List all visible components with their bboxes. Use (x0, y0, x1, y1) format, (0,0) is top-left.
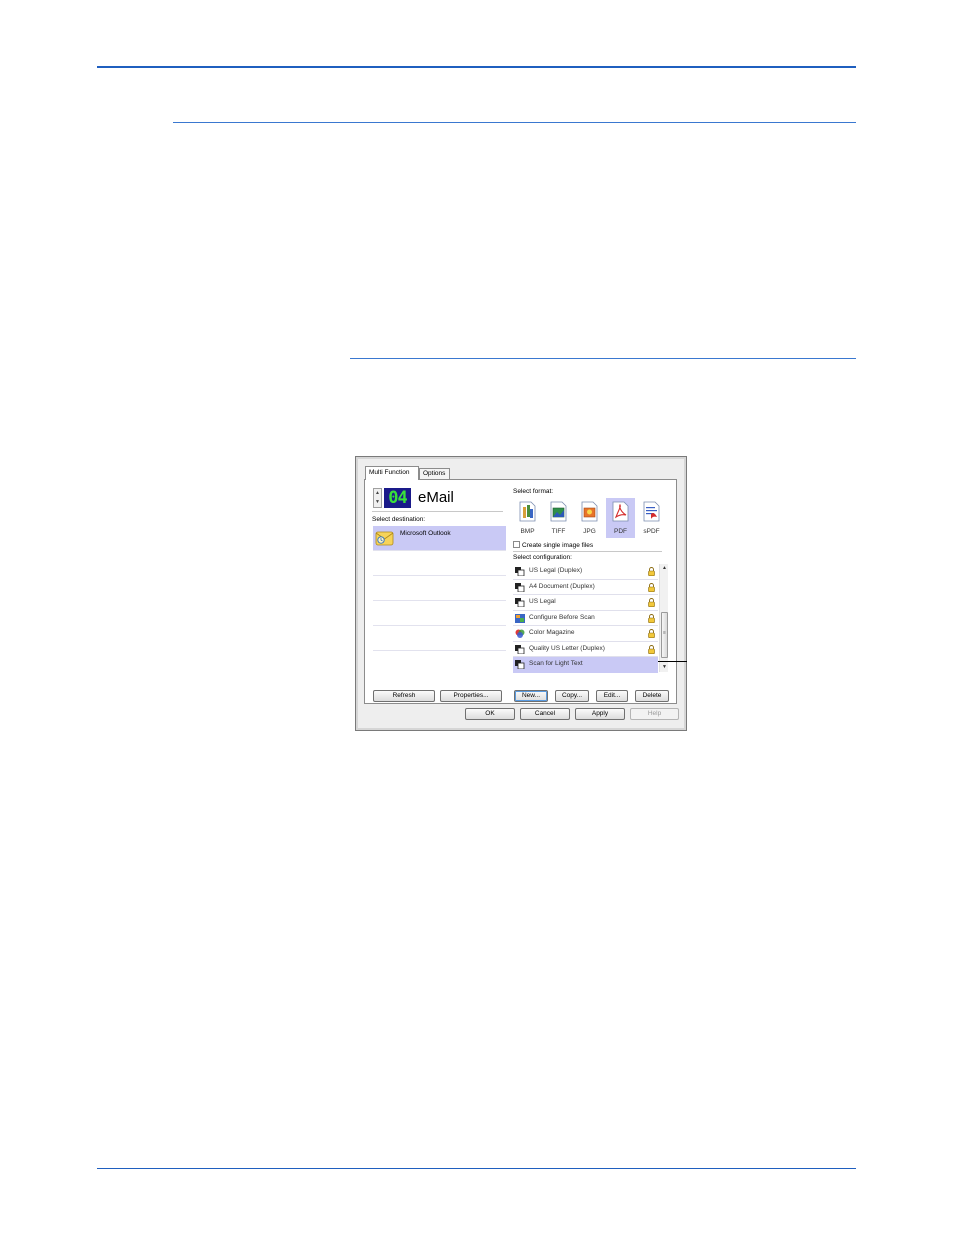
configuration-item[interactable]: US Legal (513, 595, 658, 611)
destination-item[interactable] (373, 576, 506, 601)
color-icon (515, 629, 525, 638)
configuration-label: US Legal (Duplex) (529, 567, 583, 574)
cancel-button[interactable]: Cancel (520, 708, 570, 720)
footer-rule (97, 1168, 856, 1169)
format-label: BMP (520, 528, 535, 535)
new-button[interactable]: New... (514, 690, 548, 702)
destination-label: Microsoft Outlook (400, 530, 451, 537)
lock-icon (648, 567, 655, 576)
spin-down-icon[interactable]: ▼ (374, 498, 381, 507)
lock-icon (648, 598, 655, 607)
destination-item[interactable] (373, 626, 506, 651)
ok-button[interactable]: OK (465, 708, 515, 720)
configuration-item[interactable]: Color Magazine (513, 626, 658, 642)
apply-button[interactable]: Apply (575, 708, 625, 720)
pdf-icon (612, 501, 629, 522)
format-tiff[interactable]: TIFF (544, 498, 573, 538)
format-spdf[interactable]: sPDF (637, 498, 666, 538)
help-button[interactable]: Help (630, 708, 679, 720)
document-icon (515, 598, 525, 607)
destination-title: eMail (418, 489, 454, 506)
delete-button[interactable]: Delete (635, 690, 669, 702)
one-touch-properties-dialog: Multi Function Options ▲ ▼ 04 eMail Sele… (355, 456, 687, 731)
jpg-icon (581, 501, 598, 522)
lock-icon (648, 629, 655, 638)
properties-button[interactable]: Properties... (440, 690, 502, 702)
configuration-label: Color Magazine (529, 629, 575, 636)
configuration-label: US Legal (529, 598, 556, 605)
destination-item[interactable] (373, 551, 506, 576)
scroll-thumb[interactable]: ≡ (661, 612, 668, 658)
select-format-label: Select format: (513, 488, 554, 495)
configuration-label: Scan for Light Text (529, 660, 583, 667)
refresh-button[interactable]: Refresh (373, 690, 435, 702)
select-destination-label: Select destination: (372, 516, 426, 523)
scroll-up-icon[interactable]: ▲ (660, 564, 669, 573)
destination-item[interactable]: Microsoft Outlook (373, 526, 506, 551)
copy-button[interactable]: Copy... (555, 690, 589, 702)
multi-function-panel: ▲ ▼ 04 eMail Select destination: Microso… (364, 479, 677, 704)
format-label: sPDF (643, 528, 660, 535)
configuration-item[interactable]: Scan for Light Text (513, 657, 658, 673)
outlook-icon (375, 531, 394, 546)
configuration-label: A4 Document (Duplex) (529, 582, 595, 590)
grip-icon: ≡ (663, 630, 666, 636)
select-configuration-label: Select configuration: (513, 554, 572, 561)
edit-button[interactable]: Edit... (596, 690, 628, 702)
lock-icon (648, 644, 655, 654)
configuration-label: Configure Before Scan (529, 613, 595, 621)
spin-up-icon[interactable]: ▲ (374, 489, 381, 498)
checkbox[interactable] (513, 541, 520, 548)
document-icon (515, 582, 525, 592)
format-label: JPG (583, 528, 596, 535)
button-number-display: 04 (384, 488, 411, 508)
configure-icon (515, 613, 525, 623)
configuration-item[interactable]: Quality US Letter (Duplex) (513, 641, 658, 657)
checkbox-label: Create single image files (522, 542, 594, 549)
destination-list: Microsoft Outlook (373, 526, 506, 680)
configuration-label: Quality US Letter (Duplex) (529, 644, 605, 652)
scroll-down-icon[interactable]: ▼ (660, 663, 669, 672)
configuration-item[interactable]: A4 Document (Duplex) (513, 579, 658, 595)
lock-icon (648, 613, 655, 623)
spdf-icon (643, 501, 660, 522)
configuration-scrollbar[interactable]: ▲ ≡ ▼ (659, 564, 668, 672)
destination-item[interactable] (373, 651, 506, 676)
format-bmp[interactable]: BMP (513, 498, 542, 538)
configuration-list: US Legal (Duplex) A4 Document (Duplex) U… (513, 564, 658, 673)
bmp-icon (519, 501, 536, 522)
lock-icon (648, 582, 655, 592)
title-divider (372, 511, 503, 512)
header-rule (97, 66, 856, 68)
document-icon (515, 567, 525, 576)
destination-item[interactable] (373, 601, 506, 626)
configuration-item[interactable]: US Legal (Duplex) (513, 564, 658, 580)
format-label: TIFF (551, 528, 566, 535)
callout-line (658, 661, 687, 662)
document-icon (515, 644, 525, 654)
section-rule (173, 122, 856, 123)
tab-multi-function[interactable]: Multi Function (365, 466, 419, 480)
format-jpg[interactable]: JPG (575, 498, 604, 538)
tiff-icon (550, 501, 567, 522)
format-divider (513, 551, 662, 552)
format-pdf[interactable]: PDF (606, 498, 635, 538)
configuration-item[interactable]: Configure Before Scan (513, 610, 658, 626)
subsection-rule (350, 358, 856, 359)
format-label: PDF (614, 528, 627, 535)
button-number-spinner[interactable]: ▲ ▼ (373, 488, 382, 508)
tab-options[interactable]: Options (419, 468, 450, 479)
document-icon (515, 660, 525, 669)
create-single-image-files-option[interactable]: Create single image files (513, 541, 593, 549)
